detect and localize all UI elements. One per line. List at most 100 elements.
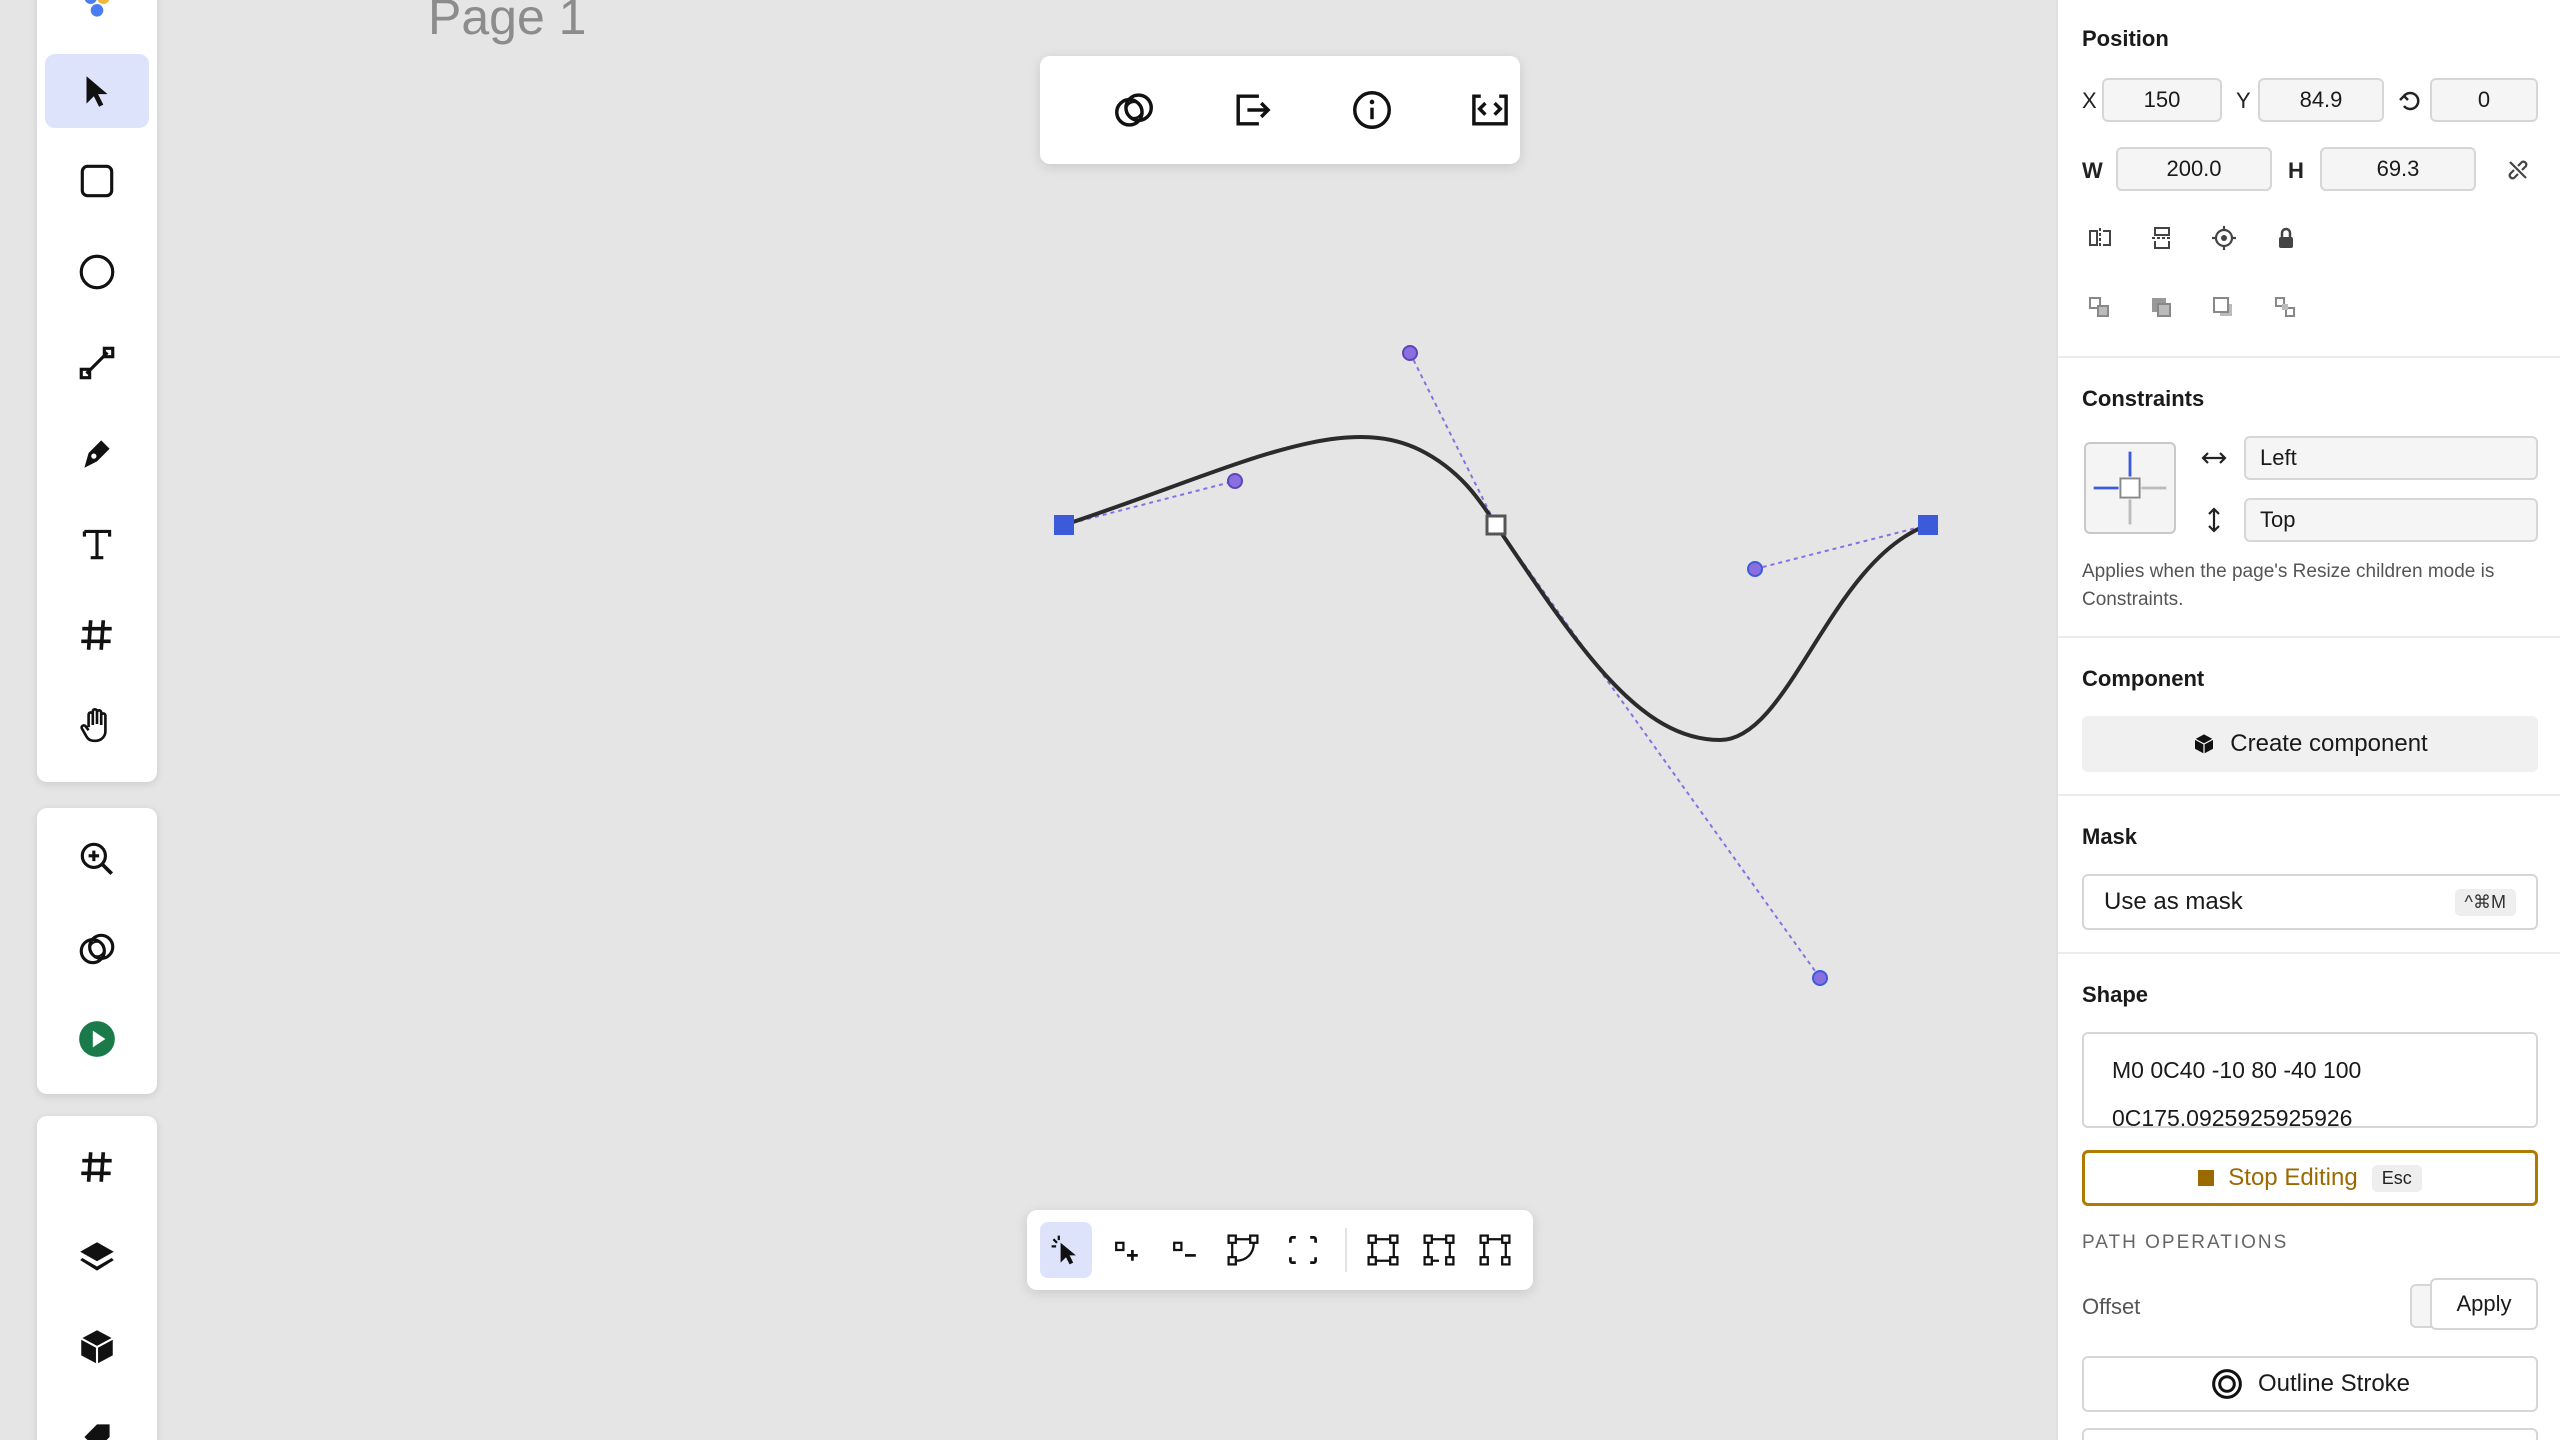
play-icon — [79, 1021, 115, 1057]
cursor-icon — [86, 76, 108, 107]
ellipse-icon — [79, 254, 115, 290]
pen-tool[interactable] — [45, 416, 149, 490]
close-path-button[interactable] — [1277, 1222, 1329, 1278]
boolean-icon — [1115, 93, 1153, 127]
line-tool[interactable] — [45, 326, 149, 400]
zoom-tool[interactable] — [45, 822, 149, 896]
remove-point-button[interactable] — [1159, 1222, 1211, 1278]
control-handle — [1812, 970, 1828, 986]
constraints-widget[interactable] — [2084, 442, 2176, 534]
path-data-line: M0 0C40 -10 80 -40 100 — [2112, 1057, 2362, 1083]
vertical-arrows-icon — [2198, 504, 2230, 536]
hand-icon — [80, 707, 107, 743]
anchor-point — [1054, 515, 1074, 535]
create-component-label: Create component — [2230, 730, 2428, 757]
bring-forward-icon[interactable] — [2084, 292, 2116, 324]
info-button[interactable] — [1340, 78, 1404, 142]
create-component-button[interactable]: Create component — [2082, 716, 2538, 772]
stop-editing-button[interactable]: Stop Editing Esc — [2082, 1150, 2538, 1206]
join-nodes-button[interactable] — [1413, 1222, 1465, 1278]
add-point-button[interactable] — [1101, 1222, 1153, 1278]
vertical-constraint-select[interactable]: Top — [2244, 498, 2538, 542]
unlink-proportions-icon[interactable] — [2502, 154, 2534, 186]
width-input[interactable]: 200.0 — [2116, 147, 2272, 191]
component-title: Component — [2082, 666, 2205, 691]
app-logo-icon[interactable] — [45, 0, 149, 28]
hash-icon — [81, 620, 112, 650]
use-as-mask-button[interactable]: Use as mask ^⌘M — [2082, 874, 2538, 930]
layers-panel-button[interactable] — [45, 1220, 149, 1294]
flip-horizontal-icon[interactable] — [2084, 222, 2116, 254]
select-points-button[interactable] — [1040, 1222, 1092, 1278]
path-edit-toolbar — [1027, 1210, 1533, 1290]
remove-point-icon — [1173, 1241, 1196, 1257]
components-panel-button[interactable] — [45, 1310, 149, 1384]
height-input[interactable]: 69.3 — [2320, 147, 2476, 191]
stop-square-icon — [2198, 1170, 2215, 1186]
assets-panel-button[interactable] — [45, 1400, 149, 1440]
next-path-button[interactable] — [2082, 1428, 2538, 1440]
rotation-icon — [2394, 84, 2426, 116]
mask-section: Mask Use as mask ^⌘M — [2058, 796, 2560, 954]
rectangle-tool[interactable] — [45, 144, 149, 218]
boolean-tool[interactable] — [45, 912, 149, 986]
export-icon — [1236, 94, 1271, 126]
align-nodes-button[interactable] — [1357, 1222, 1409, 1278]
code-button[interactable] — [1458, 78, 1522, 142]
outline-stroke-label: Outline Stroke — [2257, 1370, 2411, 1397]
send-to-back-icon[interactable] — [2270, 292, 2302, 324]
control-handle — [1402, 345, 1418, 361]
horizontal-arrows-icon — [2198, 442, 2230, 474]
ellipse-tool[interactable] — [45, 235, 149, 309]
shape-title: Shape — [2082, 982, 2149, 1007]
y-input[interactable]: 84.9 — [2258, 78, 2384, 122]
secondary-toolbar — [37, 808, 157, 1094]
horizontal-constraint-select[interactable]: Left — [2244, 436, 2538, 480]
select-point-icon — [1051, 1235, 1076, 1265]
anchor-point — [1485, 514, 1507, 536]
layers-icon — [80, 1242, 114, 1271]
component-section: Component Create component — [2058, 638, 2560, 796]
mask-shortcut: ^⌘M — [2454, 888, 2516, 916]
y-label: Y — [2236, 88, 2251, 113]
distribute-nodes-button[interactable] — [1469, 1222, 1521, 1278]
boolean-icon — [79, 933, 115, 965]
constraints-note: Applies when the page's Resize children … — [2082, 561, 2495, 610]
export-button[interactable] — [1220, 78, 1284, 142]
outline-stroke-button[interactable]: Outline Stroke — [2082, 1356, 2538, 1412]
path-data-line: 0C175.0925925925926 — [2112, 1105, 2353, 1128]
frames-panel-button[interactable] — [45, 1130, 149, 1204]
offset-label: Offset — [2082, 1294, 2141, 1319]
hand-tool[interactable] — [45, 688, 149, 762]
close-path-icon — [1289, 1236, 1317, 1264]
boolean-ops-button[interactable] — [1102, 78, 1166, 142]
target-icon[interactable] — [2208, 222, 2240, 254]
rotation-input[interactable]: 0 — [2430, 78, 2538, 122]
cube-icon — [80, 1330, 114, 1364]
select-tool[interactable] — [45, 54, 149, 128]
info-icon — [1353, 91, 1391, 129]
lock-icon[interactable] — [2270, 222, 2302, 254]
flip-vertical-icon[interactable] — [2146, 222, 2178, 254]
control-handle — [1747, 561, 1763, 577]
pen-icon — [84, 440, 110, 468]
convert-point-icon — [1227, 1234, 1259, 1266]
anchor-point — [1918, 515, 1938, 535]
play-button[interactable] — [45, 1002, 149, 1076]
path-data-textarea[interactable]: M0 0C40 -10 80 -40 100 0C175.09259259259… — [2082, 1032, 2538, 1128]
use-as-mask-label: Use as mask — [2104, 888, 2243, 915]
text-icon — [82, 529, 112, 560]
text-tool[interactable] — [45, 507, 149, 581]
add-point-icon — [1115, 1241, 1138, 1261]
x-input[interactable]: 150 — [2102, 78, 2222, 122]
main-toolbar — [37, 0, 157, 782]
apply-offset-button[interactable]: Apply — [2430, 1278, 2538, 1330]
handle-lines — [1063, 352, 1929, 979]
send-backward-icon[interactable] — [2208, 292, 2240, 324]
bring-to-front-icon[interactable] — [2146, 292, 2178, 324]
join-nodes-icon — [1423, 1234, 1455, 1266]
convert-point-button[interactable] — [1217, 1222, 1269, 1278]
stop-editing-shortcut: Esc — [2371, 1164, 2422, 1192]
panels-toolbar — [37, 1116, 157, 1440]
frame-tool[interactable] — [45, 598, 149, 672]
